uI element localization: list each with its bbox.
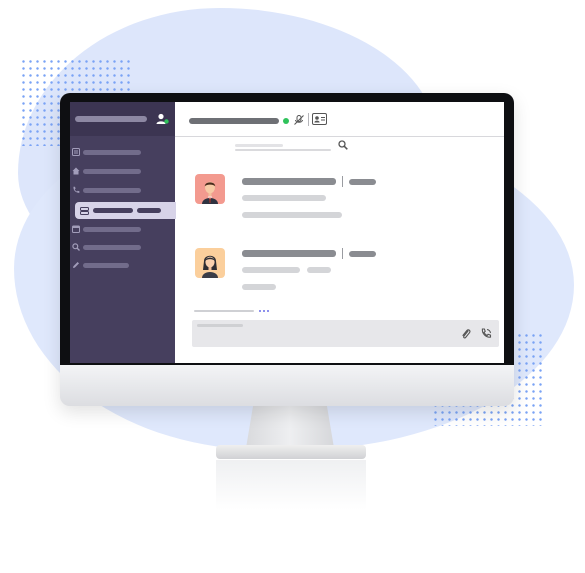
sidebar-header (70, 102, 175, 136)
contact-card-icon[interactable] (312, 113, 327, 125)
chat-header (175, 102, 504, 137)
name-divider (342, 176, 343, 187)
header-divider (308, 113, 309, 126)
conversation-name-placeholder (242, 178, 336, 185)
typing-dot (263, 310, 265, 312)
sidebar-item-home[interactable] (70, 167, 175, 181)
sidebar (70, 102, 176, 363)
sidebar-item-label-placeholder (83, 263, 129, 268)
microphone-off-icon[interactable] (293, 114, 305, 126)
typing-dot (259, 310, 261, 312)
conversation-time-placeholder (349, 251, 376, 257)
name-divider (342, 248, 343, 259)
sidebar-item-label-placeholder (83, 227, 141, 232)
active-item-badge-placeholder (137, 208, 161, 213)
conversation-preview-placeholder (242, 267, 300, 273)
typing-indicator-label (194, 310, 254, 312)
message-input-placeholder (197, 324, 243, 327)
paperclip-icon[interactable] (461, 328, 471, 340)
home-icon (72, 167, 80, 175)
conversation-name-placeholder (242, 250, 336, 257)
conversation-preview-placeholder (307, 267, 331, 273)
list-icon (72, 148, 80, 156)
app-window (70, 102, 504, 363)
chat-title-placeholder (189, 118, 279, 124)
monitor-bezel (60, 93, 514, 365)
sidebar-item-label-placeholder (83, 169, 141, 174)
phone-icon (73, 186, 80, 193)
conversation-preview-placeholder (242, 195, 326, 201)
database-icon (80, 207, 89, 215)
monitor-stand-base (216, 445, 366, 459)
edit-icon (73, 262, 79, 268)
search-icon (72, 243, 80, 251)
conversation-preview-placeholder (242, 212, 342, 218)
sidebar-item-edit[interactable] (70, 261, 175, 275)
sidebar-item-active[interactable] (75, 202, 176, 219)
message-composer[interactable] (192, 320, 499, 347)
online-status-dot (283, 118, 289, 124)
sidebar-item-list[interactable] (70, 148, 175, 162)
conversation-time-placeholder (349, 179, 376, 185)
conversation-preview-placeholder (242, 284, 276, 290)
monitor (60, 93, 514, 406)
monitor-stand-neck (246, 406, 334, 448)
sidebar-item-label-placeholder (83, 150, 141, 155)
search-input[interactable] (235, 149, 331, 151)
female-avatar-icon (202, 255, 218, 278)
male-avatar-icon (202, 181, 218, 204)
sidebar-item-search[interactable] (70, 243, 175, 257)
phone-icon[interactable] (480, 328, 492, 340)
male-avatar[interactable] (195, 174, 225, 204)
monitor-chin (60, 365, 514, 406)
active-item-label-placeholder (93, 208, 133, 213)
workspace-name-placeholder (75, 116, 147, 122)
typing-dot (267, 310, 269, 312)
sidebar-item-calls[interactable] (70, 186, 175, 200)
monitor-reflection (216, 460, 366, 510)
sidebar-item-label-placeholder (83, 245, 141, 250)
sidebar-item-label-placeholder (83, 188, 141, 193)
search-placeholder (235, 144, 283, 147)
female-avatar[interactable] (195, 248, 225, 278)
calendar-icon (72, 225, 80, 233)
add-user-icon[interactable] (155, 113, 169, 125)
search-icon[interactable] (338, 140, 348, 150)
sidebar-item-calendar[interactable] (70, 225, 175, 239)
